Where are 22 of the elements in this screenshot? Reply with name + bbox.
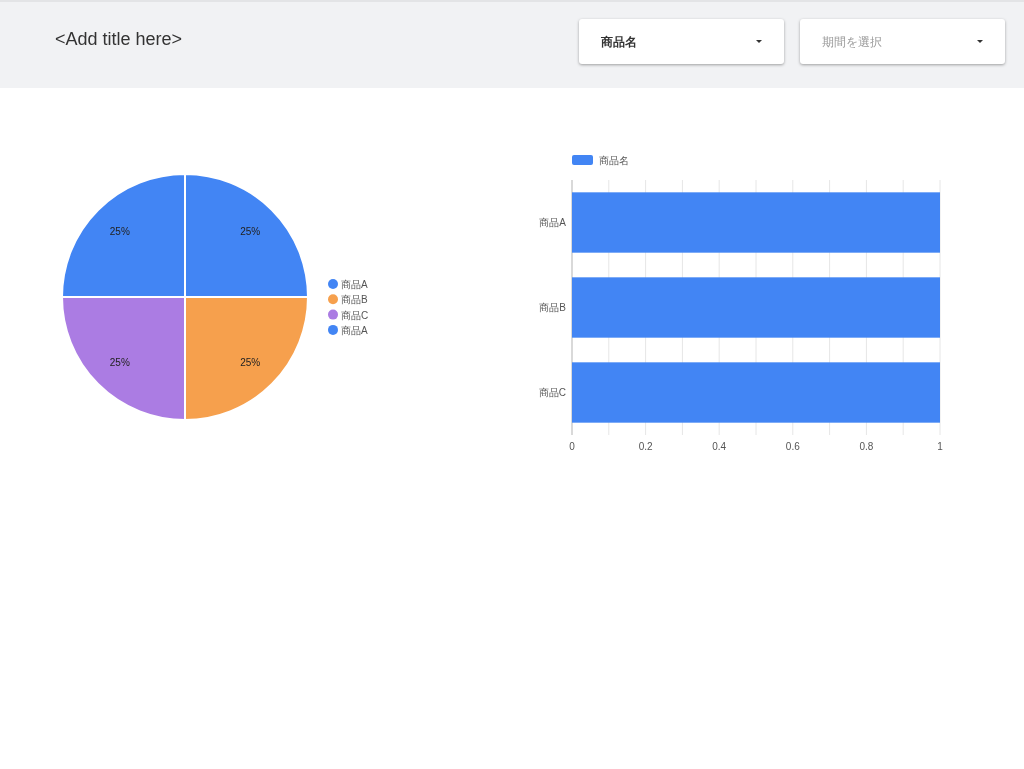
caret-icon xyxy=(756,40,762,43)
legend-label: 商品A xyxy=(341,324,368,336)
slice-label: 25% xyxy=(240,226,261,238)
slice-label: 25% xyxy=(109,356,130,368)
tick-label: 0.6 xyxy=(785,441,800,452)
legend-label: 商品A xyxy=(341,279,368,290)
tick-label: 0.4 xyxy=(712,441,727,452)
legend-label: 商品B xyxy=(341,294,368,306)
tick-label: 0.2 xyxy=(638,441,653,452)
slice-label: 25% xyxy=(240,356,261,368)
axis-label: 商品A xyxy=(539,217,566,228)
slice-label: 25% xyxy=(109,226,130,238)
caret-icon xyxy=(977,40,983,43)
dropdown-button[interactable]: 商品名 xyxy=(579,19,784,64)
page-title: <Add title here> xyxy=(55,28,184,51)
tick-label: 0 xyxy=(569,441,575,452)
legend-label: 商品名 xyxy=(599,155,629,166)
axis-label: 商品C xyxy=(538,387,566,398)
tick-label: 0.8 xyxy=(859,441,874,452)
axis-label: 商品B xyxy=(539,302,566,313)
tick-label: 1 xyxy=(937,441,943,452)
legend-label: 商品C xyxy=(341,309,369,321)
